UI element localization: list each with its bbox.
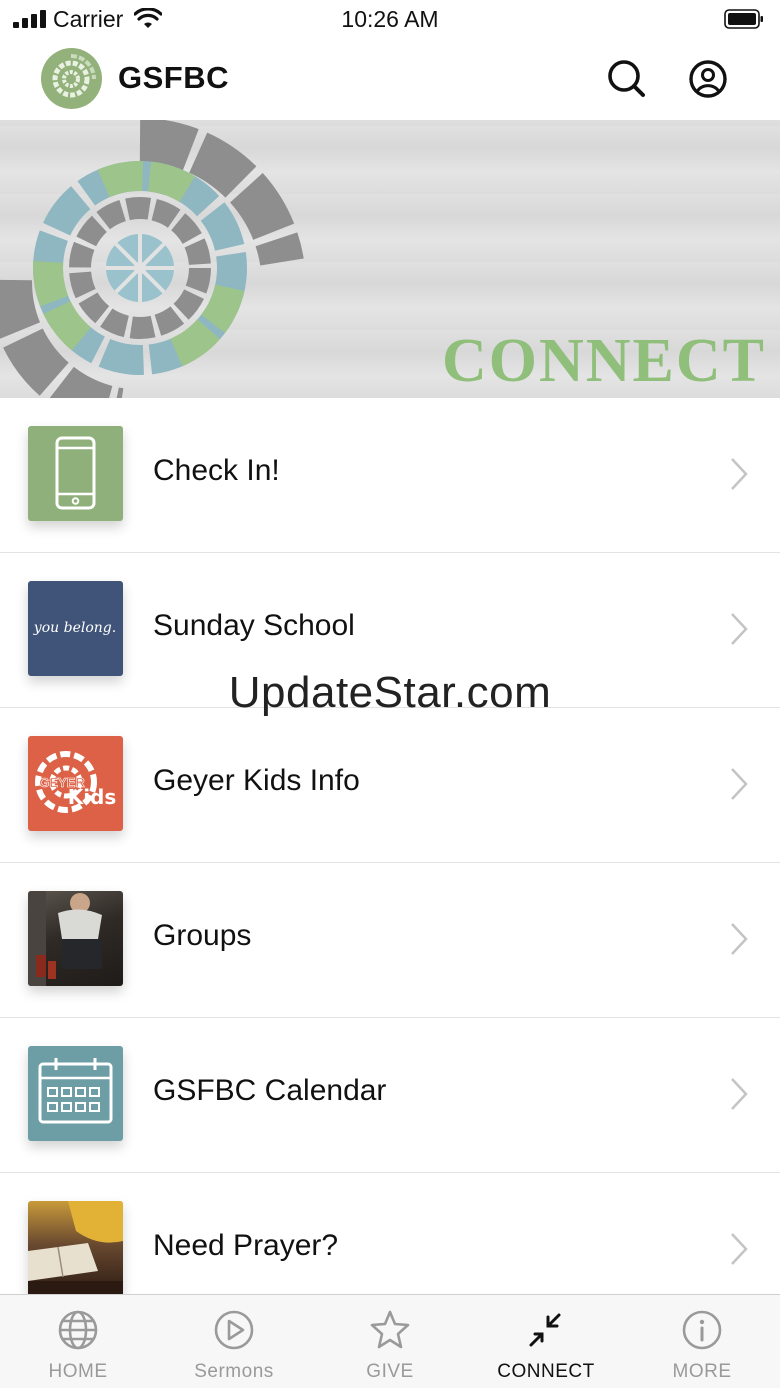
menu-item-label: Geyer Kids Info: [153, 764, 360, 797]
tab-label: HOME: [48, 1361, 108, 1382]
menu-item-label: Need Prayer?: [153, 1229, 339, 1262]
menu-item-check-in[interactable]: Check In!: [0, 398, 780, 553]
account-button[interactable]: [684, 55, 732, 103]
svg-text:Kids: Kids: [68, 785, 117, 809]
you-belong-graphic: you belong.: [33, 620, 116, 636]
tab-label: GIVE: [366, 1361, 414, 1382]
chevron-right-icon: [731, 1233, 748, 1265]
geyer-kids-logo: GEYER Kids: [35, 751, 117, 813]
menu-item-label: GSFBC Calendar: [153, 1074, 387, 1107]
phone-icon: [55, 436, 96, 510]
menu-item-geyer-kids[interactable]: GEYER Kids Geyer Kids Info: [0, 708, 780, 863]
tab-bar: HOME Sermons GIVE CONNECT MORE: [0, 1294, 780, 1388]
watermark: UpdateStar.com: [228, 668, 552, 717]
chevron-right-icon: [731, 1078, 748, 1110]
menu-item-groups[interactable]: Groups: [0, 863, 780, 1018]
globe-icon: [58, 1310, 98, 1350]
user-circle-icon: [689, 60, 727, 98]
church-logo[interactable]: [41, 48, 102, 109]
banner-title: CONNECT: [441, 327, 766, 395]
chevron-right-icon: [731, 923, 748, 955]
church-wheel-graphic: [0, 120, 304, 398]
tab-label: MORE: [672, 1361, 732, 1382]
chevron-right-icon: [731, 768, 748, 800]
status-bar: Carrier 10:26 AM: [0, 0, 780, 40]
tab-give[interactable]: GIVE: [312, 1295, 468, 1388]
thumbnail-caption: you belong.: [33, 620, 116, 636]
menu-item-label: Check In!: [153, 454, 280, 487]
tab-label: Sermons: [194, 1361, 274, 1382]
connect-menu-list: Check In! you belong. Sunday School GEYE…: [0, 398, 780, 1328]
search-button[interactable]: [602, 55, 650, 103]
search-icon: [608, 60, 645, 97]
groups-photo: [28, 891, 102, 986]
tab-home[interactable]: HOME: [0, 1295, 156, 1388]
tab-more[interactable]: MORE: [624, 1295, 780, 1388]
check-in-thumbnail: [28, 426, 123, 521]
prayer-thumbnail: [28, 1201, 123, 1296]
tab-sermons[interactable]: Sermons: [156, 1295, 312, 1388]
menu-item-label: Sunday School: [153, 609, 355, 642]
play-circle-icon: [214, 1310, 254, 1350]
menu-item-calendar[interactable]: GSFBC Calendar: [0, 1018, 780, 1173]
calendar-thumbnail: [28, 1046, 123, 1141]
info-icon: [682, 1310, 722, 1350]
connect-arrows-icon: [529, 1313, 561, 1347]
app-header: GSFBC: [0, 40, 780, 120]
star-icon: [370, 1310, 410, 1349]
prayer-photo: [28, 1201, 123, 1296]
sunday-school-thumbnail: you belong.: [28, 581, 123, 676]
chevron-right-icon: [731, 458, 748, 490]
logo-mark-icon: [52, 54, 96, 98]
battery-icon: [724, 9, 763, 29]
groups-thumbnail: [28, 891, 123, 986]
geyer-kids-thumbnail: GEYER Kids: [28, 736, 123, 831]
tab-label: CONNECT: [497, 1361, 595, 1382]
menu-item-label: Groups: [153, 919, 252, 952]
connect-banner: CONNECT: [0, 120, 780, 398]
tab-connect[interactable]: CONNECT: [468, 1295, 624, 1388]
app-title: GSFBC: [118, 60, 229, 95]
chevron-right-icon: [731, 613, 748, 645]
calendar-icon: [38, 1058, 113, 1124]
clock: 10:26 AM: [341, 6, 439, 32]
